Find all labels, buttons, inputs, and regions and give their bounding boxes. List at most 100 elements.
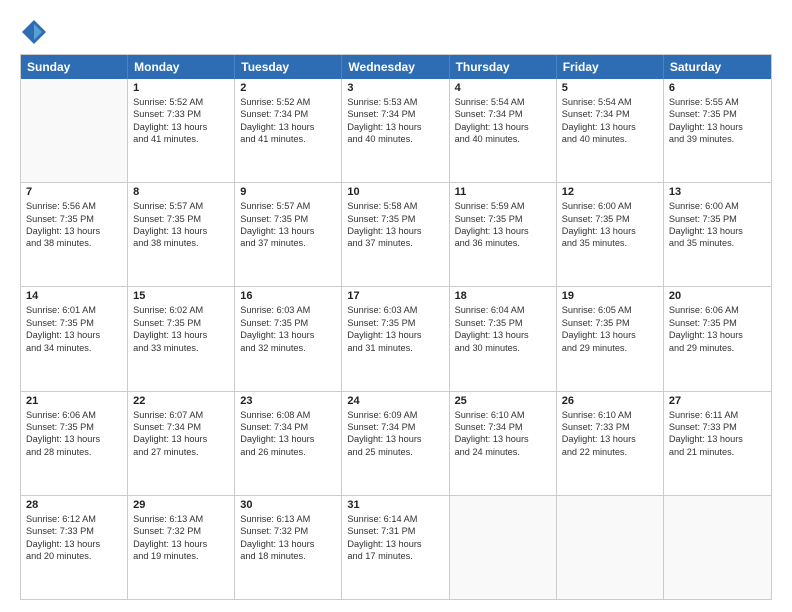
cell-info-line: Sunset: 7:35 PM: [26, 213, 122, 225]
cell-info-line: and 35 minutes.: [669, 237, 766, 249]
cell-info-line: Sunrise: 5:58 AM: [347, 200, 443, 212]
cell-info-line: and 40 minutes.: [562, 133, 658, 145]
day-cell-30: 30Sunrise: 6:13 AMSunset: 7:32 PMDayligh…: [235, 496, 342, 599]
cell-info-line: and 38 minutes.: [26, 237, 122, 249]
cell-info-line: Sunset: 7:31 PM: [347, 525, 443, 537]
cell-info-line: and 29 minutes.: [669, 342, 766, 354]
cell-info-line: Sunrise: 6:13 AM: [240, 513, 336, 525]
cell-info-line: Daylight: 13 hours: [240, 121, 336, 133]
cell-info-line: Sunrise: 5:54 AM: [455, 96, 551, 108]
cell-info-line: Daylight: 13 hours: [562, 433, 658, 445]
cell-info-line: Sunrise: 5:53 AM: [347, 96, 443, 108]
day-cell-14: 14Sunrise: 6:01 AMSunset: 7:35 PMDayligh…: [21, 287, 128, 390]
cell-info-line: and 31 minutes.: [347, 342, 443, 354]
cell-info-line: Sunset: 7:35 PM: [455, 317, 551, 329]
day-cell-24: 24Sunrise: 6:09 AMSunset: 7:34 PMDayligh…: [342, 392, 449, 495]
day-cell-20: 20Sunrise: 6:06 AMSunset: 7:35 PMDayligh…: [664, 287, 771, 390]
cell-info-line: and 30 minutes.: [455, 342, 551, 354]
cell-info-line: Sunrise: 6:09 AM: [347, 409, 443, 421]
day-cell-empty-4-5: [557, 496, 664, 599]
cell-info-line: Daylight: 13 hours: [669, 121, 766, 133]
cell-info-line: Sunset: 7:35 PM: [669, 317, 766, 329]
cell-info-line: Sunset: 7:35 PM: [133, 213, 229, 225]
cell-info-line: Daylight: 13 hours: [347, 433, 443, 445]
cell-info-line: and 27 minutes.: [133, 446, 229, 458]
cell-info-line: Sunrise: 5:57 AM: [240, 200, 336, 212]
day-cell-8: 8Sunrise: 5:57 AMSunset: 7:35 PMDaylight…: [128, 183, 235, 286]
cell-info-line: Daylight: 13 hours: [133, 538, 229, 550]
day-number: 30: [240, 499, 336, 511]
day-cell-22: 22Sunrise: 6:07 AMSunset: 7:34 PMDayligh…: [128, 392, 235, 495]
cell-info-line: Sunset: 7:34 PM: [562, 108, 658, 120]
cell-info-line: Sunset: 7:34 PM: [347, 108, 443, 120]
day-cell-15: 15Sunrise: 6:02 AMSunset: 7:35 PMDayligh…: [128, 287, 235, 390]
cell-info-line: Sunrise: 6:13 AM: [133, 513, 229, 525]
cell-info-line: Daylight: 13 hours: [26, 538, 122, 550]
cell-info-line: Daylight: 13 hours: [240, 433, 336, 445]
day-cell-7: 7Sunrise: 5:56 AMSunset: 7:35 PMDaylight…: [21, 183, 128, 286]
cell-info-line: Daylight: 13 hours: [562, 329, 658, 341]
cell-info-line: and 18 minutes.: [240, 550, 336, 562]
day-number: 22: [133, 395, 229, 407]
cell-info-line: and 33 minutes.: [133, 342, 229, 354]
cell-info-line: Sunset: 7:35 PM: [240, 213, 336, 225]
day-cell-19: 19Sunrise: 6:05 AMSunset: 7:35 PMDayligh…: [557, 287, 664, 390]
cell-info-line: Sunrise: 6:03 AM: [240, 304, 336, 316]
day-number: 9: [240, 186, 336, 198]
day-cell-29: 29Sunrise: 6:13 AMSunset: 7:32 PMDayligh…: [128, 496, 235, 599]
cell-info-line: Sunrise: 6:14 AM: [347, 513, 443, 525]
day-cell-18: 18Sunrise: 6:04 AMSunset: 7:35 PMDayligh…: [450, 287, 557, 390]
cell-info-line: Sunrise: 5:52 AM: [240, 96, 336, 108]
cell-info-line: Sunset: 7:35 PM: [26, 317, 122, 329]
cell-info-line: Sunset: 7:33 PM: [562, 421, 658, 433]
cell-info-line: Sunset: 7:33 PM: [669, 421, 766, 433]
cell-info-line: Sunrise: 6:08 AM: [240, 409, 336, 421]
cell-info-line: Daylight: 13 hours: [347, 329, 443, 341]
cell-info-line: Daylight: 13 hours: [455, 329, 551, 341]
day-number: 8: [133, 186, 229, 198]
header-day-wednesday: Wednesday: [342, 55, 449, 79]
day-number: 17: [347, 290, 443, 302]
cell-info-line: Sunrise: 5:56 AM: [26, 200, 122, 212]
day-number: 1: [133, 82, 229, 94]
cell-info-line: Sunset: 7:35 PM: [455, 213, 551, 225]
calendar-row-5: 28Sunrise: 6:12 AMSunset: 7:33 PMDayligh…: [21, 495, 771, 599]
calendar-row-4: 21Sunrise: 6:06 AMSunset: 7:35 PMDayligh…: [21, 391, 771, 495]
day-number: 20: [669, 290, 766, 302]
cell-info-line: Sunset: 7:34 PM: [347, 421, 443, 433]
calendar-body: 1Sunrise: 5:52 AMSunset: 7:33 PMDaylight…: [21, 79, 771, 599]
cell-info-line: Daylight: 13 hours: [562, 121, 658, 133]
day-cell-26: 26Sunrise: 6:10 AMSunset: 7:33 PMDayligh…: [557, 392, 664, 495]
cell-info-line: Sunrise: 6:07 AM: [133, 409, 229, 421]
cell-info-line: Sunrise: 6:12 AM: [26, 513, 122, 525]
cell-info-line: Daylight: 13 hours: [455, 433, 551, 445]
day-number: 29: [133, 499, 229, 511]
cell-info-line: Sunrise: 5:52 AM: [133, 96, 229, 108]
day-number: 23: [240, 395, 336, 407]
header: [20, 18, 772, 46]
day-number: 5: [562, 82, 658, 94]
day-number: 26: [562, 395, 658, 407]
day-cell-31: 31Sunrise: 6:14 AMSunset: 7:31 PMDayligh…: [342, 496, 449, 599]
cell-info-line: Daylight: 13 hours: [347, 538, 443, 550]
day-number: 12: [562, 186, 658, 198]
day-number: 27: [669, 395, 766, 407]
day-number: 21: [26, 395, 122, 407]
cell-info-line: Sunrise: 6:01 AM: [26, 304, 122, 316]
cell-info-line: Sunset: 7:32 PM: [240, 525, 336, 537]
cell-info-line: Sunset: 7:35 PM: [669, 213, 766, 225]
cell-info-line: and 25 minutes.: [347, 446, 443, 458]
cell-info-line: Sunrise: 6:05 AM: [562, 304, 658, 316]
cell-info-line: Daylight: 13 hours: [133, 225, 229, 237]
cell-info-line: Sunset: 7:35 PM: [26, 421, 122, 433]
header-day-thursday: Thursday: [450, 55, 557, 79]
cell-info-line: Daylight: 13 hours: [26, 225, 122, 237]
day-number: 25: [455, 395, 551, 407]
cell-info-line: Sunrise: 6:04 AM: [455, 304, 551, 316]
cell-info-line: and 37 minutes.: [240, 237, 336, 249]
day-cell-10: 10Sunrise: 5:58 AMSunset: 7:35 PMDayligh…: [342, 183, 449, 286]
cell-info-line: Sunset: 7:34 PM: [240, 421, 336, 433]
day-cell-1: 1Sunrise: 5:52 AMSunset: 7:33 PMDaylight…: [128, 79, 235, 182]
header-day-tuesday: Tuesday: [235, 55, 342, 79]
day-number: 28: [26, 499, 122, 511]
